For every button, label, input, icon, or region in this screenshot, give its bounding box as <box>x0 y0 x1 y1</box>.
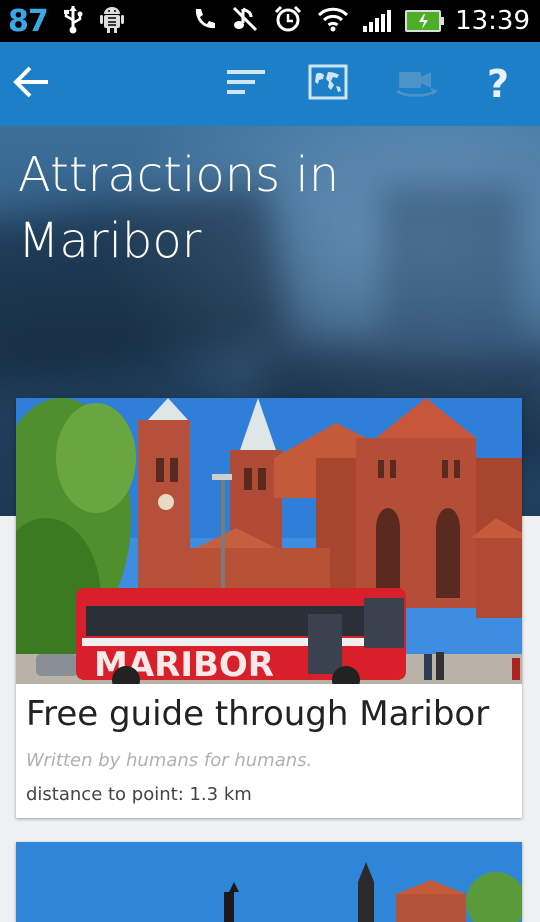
blue-sky-town-photo <box>16 842 522 922</box>
back-button[interactable] <box>0 42 64 126</box>
card-tagline: Written by humans for humans. <box>26 750 313 771</box>
map-button[interactable] <box>296 42 360 126</box>
attraction-card[interactable] <box>16 842 522 922</box>
cathedral-with-red-bus-photo: MARIBOR <box>16 398 522 684</box>
action-bar: ? <box>0 42 540 128</box>
phone-icon <box>191 6 217 36</box>
card-distance: distance to point: 1.3 km <box>26 784 252 805</box>
signal-icon <box>363 10 392 32</box>
wifi-icon <box>317 6 349 36</box>
help-button[interactable]: ? <box>466 42 530 126</box>
page-title: Attractions in Maribor <box>18 147 340 269</box>
battery-level-text: 87 <box>8 3 49 39</box>
clock-time: 13:39 <box>455 6 530 36</box>
sort-icon <box>225 67 267 101</box>
status-bar: 87 13:39 <box>0 0 540 42</box>
battery-charging-icon <box>405 10 445 32</box>
video-camera-icon <box>393 65 439 103</box>
attraction-card[interactable]: MARIBOR Free guide through Maribor Writt… <box>16 398 522 818</box>
video-button[interactable] <box>380 42 452 126</box>
help-icon: ? <box>486 62 510 106</box>
alarm-icon <box>273 4 303 38</box>
map-icon <box>308 64 348 104</box>
sort-button[interactable] <box>214 42 278 126</box>
mute-icon <box>231 5 259 37</box>
card-title: Free guide through Maribor <box>26 694 490 734</box>
back-arrow-icon <box>12 65 52 103</box>
usb-icon <box>62 4 84 38</box>
android-debug-icon <box>98 4 126 38</box>
